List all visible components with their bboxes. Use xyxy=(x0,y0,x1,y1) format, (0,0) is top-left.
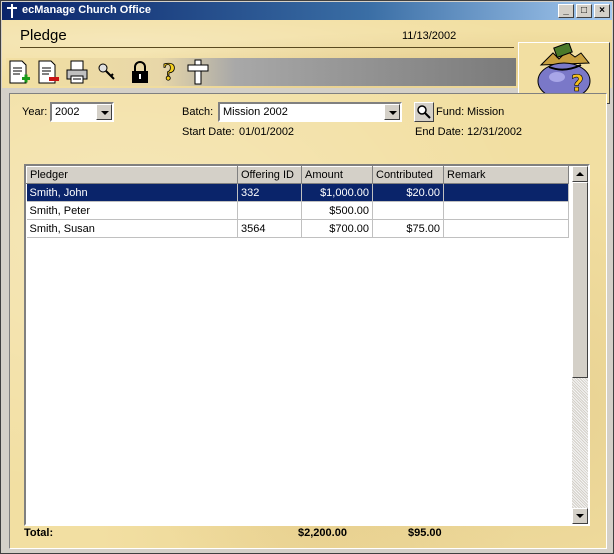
question-mark-icon[interactable]: ? xyxy=(156,59,182,85)
key-icon[interactable] xyxy=(94,59,120,85)
start-date-label: Start Date: xyxy=(182,126,235,138)
cell-pledger[interactable]: Smith, Peter xyxy=(26,201,238,220)
total-amount: $2,200.00 xyxy=(298,527,347,539)
cross-icon[interactable] xyxy=(185,59,211,85)
scroll-down-button[interactable] xyxy=(572,508,588,524)
cell-contributed[interactable]: $20.00 xyxy=(372,183,444,202)
column-header-amount[interactable]: Amount xyxy=(301,166,373,184)
printer-icon[interactable] xyxy=(64,59,90,85)
cell-offering-id[interactable]: 332 xyxy=(237,183,302,202)
year-value: 2002 xyxy=(55,106,80,118)
padlock-icon[interactable] xyxy=(127,59,153,85)
total-label: Total: xyxy=(24,527,54,539)
table-row[interactable]: Smith, Peter $500.00 xyxy=(26,201,569,220)
header-band: Pledge 11/13/2002 ? ? xyxy=(2,20,612,104)
scroll-thumb[interactable] xyxy=(572,182,588,378)
column-header-offering-id[interactable]: Offering ID xyxy=(237,166,302,184)
cell-pledger[interactable]: Smith, John xyxy=(26,183,238,202)
pledge-panel: Year: 2002 Batch: Mission 2002 Fund: Mis… xyxy=(9,93,607,549)
cell-remark[interactable] xyxy=(443,219,569,238)
header-divider xyxy=(20,47,514,48)
cell-offering-id[interactable]: 3564 xyxy=(237,219,302,238)
cell-contributed[interactable] xyxy=(372,201,444,220)
table-row[interactable]: Smith, John 332 $1,000.00 $20.00 xyxy=(26,183,569,202)
maximize-button[interactable]: □ xyxy=(576,4,592,18)
cell-pledger[interactable]: Smith, Susan xyxy=(26,219,238,238)
total-contributed: $95.00 xyxy=(408,527,442,539)
cell-amount[interactable]: $1,000.00 xyxy=(301,183,373,202)
start-date-value: 01/01/2002 xyxy=(239,126,295,138)
cell-remark[interactable] xyxy=(443,201,569,220)
batch-value: Mission 2002 xyxy=(223,106,288,118)
column-header-remark[interactable]: Remark xyxy=(443,166,569,184)
app-window: ecManage Church Office _ □ × Pledge 11/1… xyxy=(0,0,614,554)
column-header-pledger[interactable]: Pledger xyxy=(26,166,238,184)
cell-contributed[interactable]: $75.00 xyxy=(372,219,444,238)
pledge-grid[interactable]: Pledger Offering ID Amount Contributed R… xyxy=(24,164,590,526)
cell-remark[interactable] xyxy=(443,183,569,202)
document-add-icon[interactable] xyxy=(6,59,32,85)
batch-select[interactable]: Mission 2002 xyxy=(218,102,402,122)
batch-label: Batch: xyxy=(182,106,214,118)
end-date-label: End Date: xyxy=(415,126,464,138)
column-header-contributed[interactable]: Contributed xyxy=(372,166,444,184)
cell-offering-id[interactable] xyxy=(237,201,302,220)
vertical-scrollbar[interactable] xyxy=(572,166,588,524)
year-select[interactable]: 2002 xyxy=(50,102,114,122)
table-header-row: Pledger Offering ID Amount Contributed R… xyxy=(26,166,569,184)
batch-search-button[interactable] xyxy=(414,102,434,122)
chevron-down-icon[interactable] xyxy=(96,104,112,120)
minimize-button[interactable]: _ xyxy=(558,4,574,18)
title-bar[interactable]: ecManage Church Office _ □ × xyxy=(2,2,612,20)
pledge-table: Pledger Offering ID Amount Contributed R… xyxy=(26,166,569,238)
document-delete-icon[interactable] xyxy=(35,59,61,85)
page-title: Pledge xyxy=(20,27,67,44)
cell-amount[interactable]: $500.00 xyxy=(301,201,373,220)
header-date: 11/13/2002 xyxy=(402,30,457,42)
scroll-up-button[interactable] xyxy=(572,166,588,182)
cell-amount[interactable]: $700.00 xyxy=(301,219,373,238)
search-icon xyxy=(417,105,431,119)
svg-text:?: ? xyxy=(163,60,176,85)
window-title: ecManage Church Office xyxy=(22,4,151,16)
end-date-value: 12/31/2002 xyxy=(467,126,523,138)
chevron-down-icon[interactable] xyxy=(384,104,400,120)
fund-label: Fund: xyxy=(436,106,465,118)
cross-icon xyxy=(7,4,17,18)
table-row[interactable]: Smith, Susan 3564 $700.00 $75.00 xyxy=(26,219,569,238)
year-label: Year: xyxy=(22,106,48,118)
close-button[interactable]: × xyxy=(594,4,610,18)
fund-value: Mission xyxy=(467,106,505,118)
